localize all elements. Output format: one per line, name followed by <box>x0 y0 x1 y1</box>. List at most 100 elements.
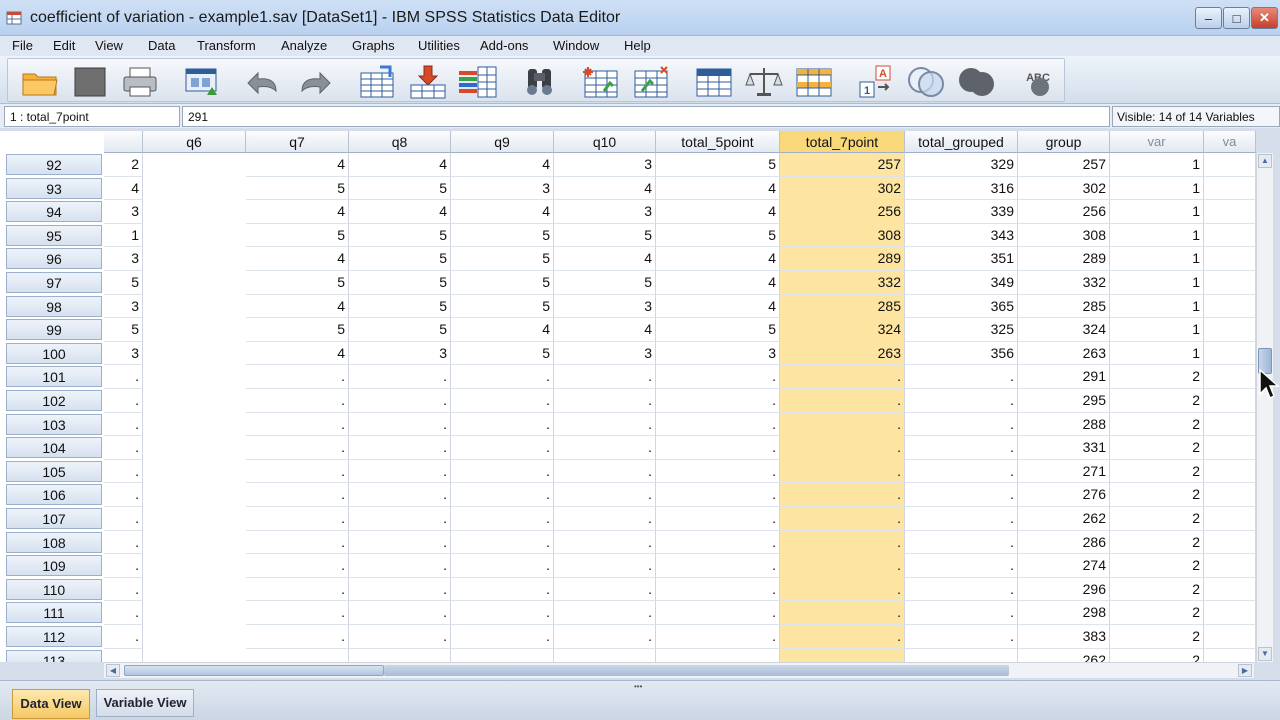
empty-grid-cell[interactable] <box>1204 200 1256 224</box>
horizontal-scrollbar[interactable]: ◀ ▶ <box>104 662 1254 678</box>
grid-cell[interactable]: 5 <box>246 176 349 201</box>
row-header[interactable]: 99 <box>6 319 102 341</box>
grid-cell[interactable]: 5 <box>451 247 554 271</box>
spell-check-icon[interactable]: ABC <box>1018 65 1058 99</box>
grid-cell[interactable]: 4 <box>554 176 656 201</box>
grid-cell[interactable]: . <box>349 625 451 649</box>
grid-cell[interactable]: . <box>905 389 1018 413</box>
grid-cell[interactable]: . <box>656 459 780 484</box>
grid-cell[interactable] <box>554 648 656 662</box>
split-file-icon[interactable] <box>694 65 734 99</box>
grid-cell[interactable]: 325 <box>905 318 1018 342</box>
empty-grid-cell[interactable] <box>1110 554 1204 578</box>
grid-cell[interactable]: 1 <box>104 223 143 248</box>
grid-cell[interactable]: 5 <box>246 223 349 248</box>
row-header[interactable]: 113 <box>6 649 102 662</box>
grid-cell[interactable]: 286 <box>1018 530 1110 555</box>
row-header[interactable]: 103 <box>6 413 102 435</box>
grid-cell[interactable]: 324 <box>780 318 905 342</box>
grid-cell[interactable]: . <box>246 625 349 649</box>
grid-cell[interactable]: 289 <box>780 247 905 271</box>
grid-cell[interactable]: 383 <box>1018 625 1110 649</box>
horizontal-scroll-track[interactable] <box>384 665 1009 676</box>
grid-cell[interactable]: . <box>905 577 1018 602</box>
grid-cell[interactable]: . <box>656 507 780 531</box>
row-header[interactable]: 107 <box>6 508 102 529</box>
grid-cell[interactable]: . <box>349 577 451 602</box>
grid-cell[interactable]: . <box>246 601 349 625</box>
row-header[interactable]: 96 <box>6 248 102 270</box>
row-header[interactable]: 93 <box>6 177 102 199</box>
grid-cell[interactable]: 332 <box>1018 271 1110 295</box>
grid-cell[interactable]: 3 <box>104 341 143 366</box>
grid-cell[interactable]: . <box>554 625 656 649</box>
row-header[interactable]: 92 <box>6 154 102 175</box>
grid-cell[interactable]: . <box>554 389 656 413</box>
grid-cell[interactable]: 3 <box>451 176 554 201</box>
grid-cell[interactable]: . <box>780 436 905 460</box>
empty-grid-cell[interactable] <box>1110 412 1204 437</box>
grid-cell[interactable]: . <box>554 507 656 531</box>
grid-cell[interactable]: 4 <box>554 318 656 342</box>
grid-cell[interactable]: . <box>451 389 554 413</box>
grid-cell[interactable]: 329 <box>905 153 1018 177</box>
row-header[interactable]: 101 <box>6 366 102 388</box>
grid-cell[interactable]: . <box>780 412 905 437</box>
empty-grid-cell[interactable] <box>1110 153 1204 177</box>
grid-cell[interactable]: 263 <box>1018 341 1110 366</box>
grid-cell[interactable]: 3 <box>554 200 656 224</box>
empty-grid-cell[interactable] <box>1110 389 1204 413</box>
empty-grid-cell[interactable] <box>1110 530 1204 555</box>
grid-cell[interactable] <box>451 648 554 662</box>
grid-cell[interactable]: 5 <box>554 223 656 248</box>
grid-cell[interactable]: . <box>554 530 656 555</box>
empty-grid-cell[interactable] <box>1204 223 1256 248</box>
grid-cell[interactable]: . <box>246 436 349 460</box>
grid-cell[interactable]: . <box>451 577 554 602</box>
grid-cell[interactable]: 4 <box>656 271 780 295</box>
grid-cell[interactable]: . <box>349 601 451 625</box>
grid-cell[interactable]: 5 <box>451 341 554 366</box>
grid-cell[interactable]: 5 <box>246 318 349 342</box>
grid-cell[interactable]: 4 <box>349 200 451 224</box>
grid-cell[interactable]: . <box>780 507 905 531</box>
grid-cell[interactable]: . <box>246 459 349 484</box>
grid-cell[interactable]: 257 <box>1018 153 1110 177</box>
grid-cell[interactable]: 5 <box>349 223 451 248</box>
empty-grid-cell[interactable] <box>1204 483 1256 507</box>
empty-grid-cell[interactable] <box>1110 577 1204 602</box>
row-header[interactable]: 109 <box>6 555 102 577</box>
grid-cell[interactable]: 5 <box>656 318 780 342</box>
grid-cell[interactable]: . <box>349 412 451 437</box>
empty-grid-cell[interactable] <box>1110 294 1204 319</box>
empty-grid-cell[interactable] <box>1204 648 1256 662</box>
grid-cell[interactable]: 349 <box>905 271 1018 295</box>
grid-cell[interactable]: . <box>656 601 780 625</box>
empty-grid-cell[interactable] <box>1204 247 1256 271</box>
grid-cell[interactable]: . <box>246 365 349 389</box>
empty-grid-cell[interactable] <box>1204 271 1256 295</box>
grid-cell[interactable]: . <box>656 389 780 413</box>
grid-cell[interactable]: 3 <box>104 247 143 271</box>
insert-cases-icon[interactable] <box>582 65 622 99</box>
grid-cell[interactable]: 4 <box>104 176 143 201</box>
goto-variable-icon[interactable] <box>408 65 448 99</box>
grid-cell[interactable]: . <box>104 412 143 437</box>
grid-cell[interactable]: 5 <box>349 176 451 201</box>
empty-grid-cell[interactable] <box>1204 318 1256 342</box>
grid-cell[interactable]: 4 <box>554 247 656 271</box>
grid-cell[interactable]: . <box>656 530 780 555</box>
grid-cell[interactable]: . <box>451 507 554 531</box>
grid-cell[interactable]: 4 <box>246 200 349 224</box>
empty-grid-cell[interactable] <box>1204 412 1256 437</box>
empty-grid-cell[interactable] <box>1204 365 1256 389</box>
empty-grid-cell[interactable] <box>1204 459 1256 484</box>
row-header[interactable]: 100 <box>6 342 102 364</box>
grid-cell[interactable]: . <box>905 412 1018 437</box>
grid-cell[interactable]: 2 <box>104 153 143 177</box>
empty-grid-cell[interactable] <box>1204 530 1256 555</box>
grid-cell[interactable]: 3 <box>656 341 780 366</box>
grid-cell[interactable]: 298 <box>1018 601 1110 625</box>
insert-variable-icon[interactable] <box>632 65 672 99</box>
grid-cell[interactable]: . <box>349 483 451 507</box>
